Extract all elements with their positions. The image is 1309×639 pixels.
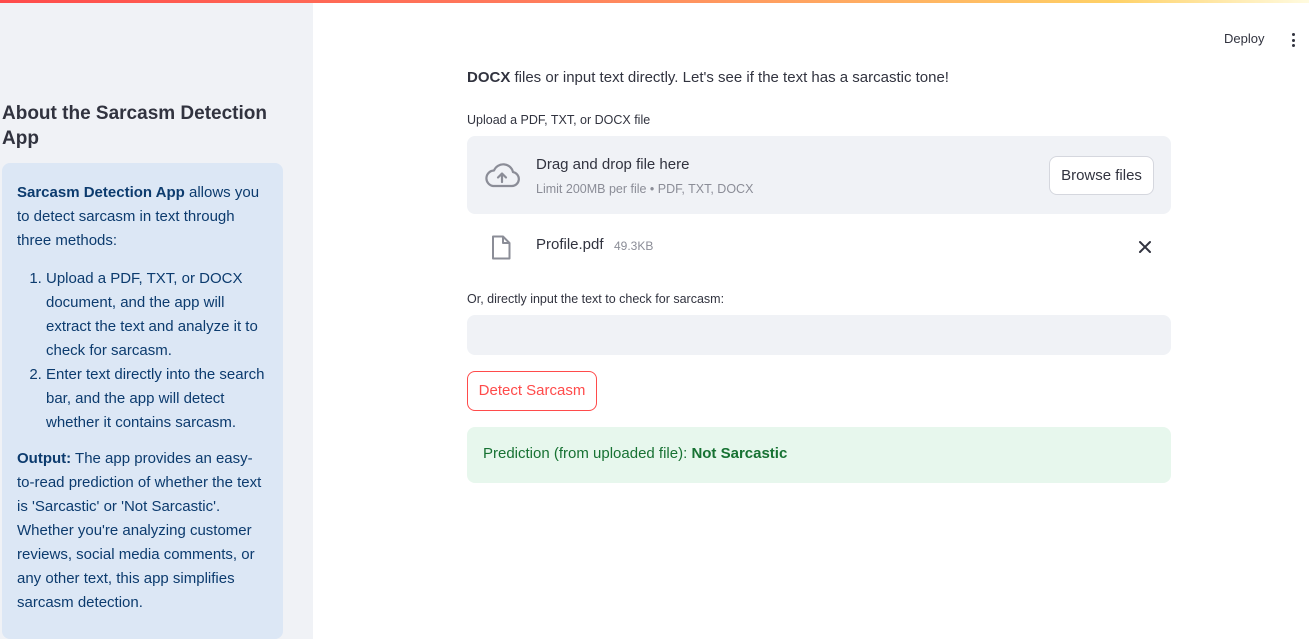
file-icon bbox=[492, 235, 511, 260]
detect-sarcasm-button[interactable]: Detect Sarcasm bbox=[467, 371, 597, 411]
methods-list: Upload a PDF, TXT, or DOCX document, and… bbox=[17, 267, 268, 435]
info-intro: Sarcasm Detection App allows you to dete… bbox=[17, 181, 268, 253]
intro-text: DOCX files or input text directly. Let's… bbox=[467, 69, 949, 86]
sarcasm-text-input[interactable] bbox=[467, 315, 1171, 355]
sidebar-title: About the Sarcasm Detection App bbox=[2, 103, 267, 149]
file-size: 49.3KB bbox=[614, 239, 654, 253]
method-item-1: Upload a PDF, TXT, or DOCX document, and… bbox=[46, 267, 268, 363]
output-label: Output: bbox=[17, 450, 72, 467]
cloud-upload-icon bbox=[485, 163, 520, 188]
prediction-prefix: Prediction (from uploaded file): bbox=[483, 445, 692, 462]
kebab-vertical-icon[interactable] bbox=[1286, 31, 1300, 49]
dropzone-subtitle: Limit 200MB per file • PDF, TXT, DOCX bbox=[536, 182, 754, 196]
prediction-alert: Prediction (from uploaded file): Not Sar… bbox=[467, 427, 1171, 483]
output-text: The app provides an easy-to-read predict… bbox=[17, 450, 262, 611]
close-icon[interactable] bbox=[1138, 240, 1152, 254]
sidebar: About the Sarcasm Detection App Sarcasm … bbox=[0, 3, 313, 639]
file-dropzone[interactable]: Drag and drop file here Limit 200MB per … bbox=[467, 136, 1171, 214]
app-name: Sarcasm Detection App bbox=[17, 184, 185, 201]
prediction-value: Not Sarcastic bbox=[691, 445, 788, 462]
intro-bold: DOCX bbox=[467, 69, 511, 86]
file-name: Profile.pdf bbox=[536, 236, 604, 253]
text-input-label: Or, directly input the text to check for… bbox=[467, 292, 725, 306]
deploy-button[interactable]: Deploy bbox=[1224, 31, 1264, 46]
method-item-2: Enter text directly into the search bar,… bbox=[46, 363, 268, 435]
dropzone-title: Drag and drop file here bbox=[536, 156, 690, 173]
info-output: Output: The app provides an easy-to-read… bbox=[17, 447, 268, 615]
upload-label: Upload a PDF, TXT, or DOCX file bbox=[467, 113, 651, 127]
uploaded-file-row: Profile.pdf 49.3KB bbox=[467, 228, 1171, 268]
info-box: Sarcasm Detection App allows you to dete… bbox=[2, 163, 283, 639]
intro-rest: files or input text directly. Let's see … bbox=[510, 69, 949, 86]
browse-files-button[interactable]: Browse files bbox=[1049, 156, 1154, 195]
